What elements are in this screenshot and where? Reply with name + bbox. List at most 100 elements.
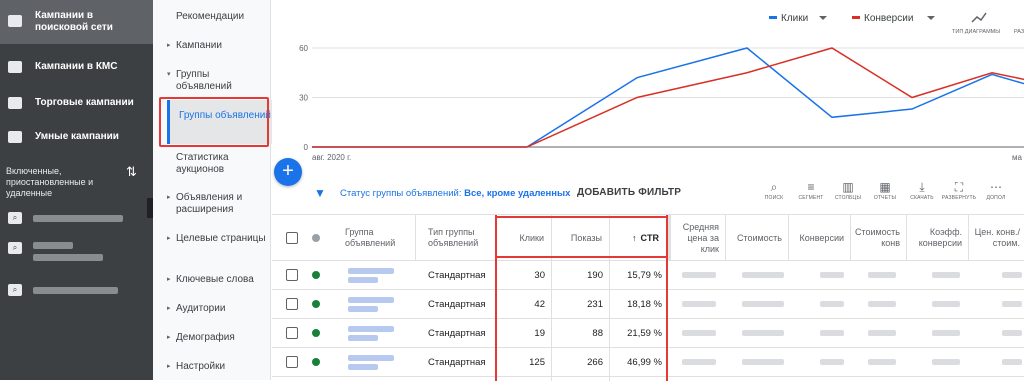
col-avg-cpc[interactable]: Средняя цена за клик — [668, 215, 726, 261]
toolbar-label: СЕГМЕНТ — [798, 195, 824, 201]
legend-swatch — [769, 16, 777, 19]
ad-group-type: Стандартная — [428, 299, 486, 310]
nav-label: Торговые кампании — [35, 97, 134, 108]
col-conv-rate[interactable]: Коэфф. конверсии — [907, 215, 969, 261]
toolbar-label: ОТЧЕТЫ — [873, 195, 897, 201]
col-ad-group-type[interactable]: Тип группы объявлений — [416, 215, 496, 261]
search-campaign-icon — [8, 15, 22, 27]
select-all-checkbox[interactable] — [286, 232, 298, 244]
col-ad-group[interactable]: Группа объявлений — [334, 215, 416, 261]
nav-display-campaigns[interactable]: Кампании в КМС — [0, 52, 153, 82]
dropdown-icon[interactable] — [819, 16, 827, 20]
download-icon: ⤓ — [919, 180, 925, 194]
search-icon: ⌕ — [8, 212, 22, 224]
filter-icon[interactable]: ▼ — [314, 186, 326, 200]
blurred-ad-group-link[interactable] — [348, 326, 394, 332]
y-tick-label: 30 — [299, 94, 308, 103]
campaign-item[interactable]: ⌕ — [0, 234, 153, 274]
chart-type-label[interactable]: ТИП ДИАГРАММЫ — [952, 29, 1000, 35]
chevron-right-icon: ▸ — [167, 305, 171, 312]
shopping-campaign-icon — [8, 97, 22, 109]
nav-smart-campaigns[interactable]: Умные кампании — [0, 122, 153, 152]
more-icon: ⋯ — [990, 180, 1002, 194]
sort-icon[interactable]: ⇅ — [126, 164, 137, 180]
status-enabled-icon — [312, 300, 320, 308]
blurred-campaign-name — [33, 254, 103, 261]
toolbar-download-button[interactable]: ⤓ СКАЧАТЬ — [902, 180, 942, 201]
col-cost[interactable]: Стоимость — [726, 215, 789, 261]
status-filter[interactable]: Статус группы объявлений: Все, кроме уда… — [340, 188, 570, 199]
blurred-metric — [1002, 272, 1022, 278]
col-conv-value-cost[interactable]: Цен. конв./ стоим. — [969, 215, 1024, 261]
toolbar-search-button[interactable]: ⌕ ПОИСК — [754, 180, 794, 201]
sub-navigation: Рекомендации ▸ Кампании ▾ Группы объявлени… — [153, 0, 272, 380]
line-chart: 0 30 60 авг. 2020 г. ма Клики Конверсии ТИП ДИ… — [299, 12, 1024, 162]
ad-group-type: Стандартная — [428, 357, 486, 368]
filter-bar: ▼ Статус группы объявлений: Все, кроме у… — [272, 178, 1024, 214]
status-enabled-icon — [312, 329, 320, 337]
blurred-metric — [868, 330, 896, 336]
nav-shopping-campaigns[interactable]: Торговые кампании — [0, 88, 153, 118]
nav-label: Кампании в поисковой сети — [35, 10, 113, 33]
ad-group-type: Стандартная — [428, 328, 486, 339]
legend-label[interactable]: Конверсии — [864, 13, 913, 24]
toolbar-more-button[interactable]: ⋯ ДОПОЛ — [976, 180, 1016, 201]
status-icon — [312, 234, 320, 242]
campaign-item[interactable]: ⌕ — [0, 204, 153, 234]
blurred-metric — [1002, 359, 1022, 365]
toolbar-label: ДОПОЛ — [986, 195, 1006, 201]
ad-group-type: Стандартная — [428, 270, 486, 281]
legend-label[interactable]: Клики — [781, 13, 808, 24]
legend-swatch — [852, 16, 860, 19]
chart-extra-label[interactable]: РАЗ — [1014, 29, 1024, 35]
toolbar-expand-button[interactable]: ⛶ РАЗВЕРНУТЬ — [939, 180, 979, 201]
blurred-metric — [932, 272, 960, 278]
search-icon: ⌕ — [8, 242, 22, 254]
col-conversions[interactable]: Конверсии — [789, 215, 851, 261]
blurred-metric — [820, 330, 844, 336]
toolbar-reports-button[interactable]: ▦ ОТЧЕТЫ — [865, 180, 905, 201]
smart-campaign-icon — [8, 131, 22, 143]
toolbar-label: СТОЛБЦЫ — [834, 195, 862, 201]
dropdown-icon[interactable] — [927, 16, 935, 20]
search-icon: ⌕ — [8, 284, 22, 296]
blurred-ad-group-link[interactable] — [348, 268, 394, 274]
nav-search-campaigns[interactable]: Кампании в поисковой сети — [0, 0, 153, 44]
blurred-campaign-name — [33, 242, 73, 249]
col-cost-per-conv[interactable]: Стоимость конв — [851, 215, 907, 261]
nav-label: Умные кампании — [35, 131, 119, 142]
campaign-item[interactable]: ⌕ — [0, 276, 153, 306]
search-icon: ⌕ — [770, 180, 778, 194]
blurred-ad-group-link[interactable] — [348, 297, 394, 303]
blurred-metric — [868, 301, 896, 307]
blurred-campaign-name — [33, 215, 123, 222]
toolbar-label: СКАЧАТЬ — [910, 195, 934, 201]
y-tick-label: 0 — [304, 143, 309, 152]
chevron-right-icon: ▸ — [167, 334, 171, 341]
highlight-ad-groups — [159, 97, 269, 147]
chevron-down-icon: ▾ — [167, 71, 171, 78]
blurred-ad-group-link[interactable] — [348, 306, 378, 312]
blurred-metric — [682, 330, 716, 336]
add-filter-button[interactable]: ДОБАВИТЬ ФИЛЬТР — [577, 187, 681, 198]
blurred-metric — [820, 301, 844, 307]
blurred-metric — [932, 359, 960, 365]
blurred-metric — [742, 359, 784, 365]
blurred-metric — [742, 330, 784, 336]
segment-icon: ≡ — [807, 180, 815, 194]
chevron-right-icon: ▸ — [167, 363, 171, 370]
blurred-ad-group-link[interactable] — [348, 355, 394, 361]
blurred-ad-group-link[interactable] — [348, 364, 378, 370]
row-checkbox[interactable] — [286, 269, 298, 281]
toolbar-segment-button[interactable]: ≡ СЕГМЕНТ — [791, 180, 831, 201]
row-checkbox[interactable] — [286, 356, 298, 368]
toolbar-label: РАЗВЕРНУТЬ — [941, 195, 977, 201]
blurred-metric — [820, 272, 844, 278]
blurred-ad-group-link[interactable] — [348, 335, 378, 341]
toolbar-columns-button[interactable]: ▥ СТОЛБЦЫ — [828, 180, 868, 201]
row-checkbox[interactable] — [286, 327, 298, 339]
blurred-metric — [682, 359, 716, 365]
row-checkbox[interactable] — [286, 298, 298, 310]
blurred-ad-group-link[interactable] — [348, 277, 378, 283]
chart-type-icon[interactable] — [971, 12, 987, 23]
